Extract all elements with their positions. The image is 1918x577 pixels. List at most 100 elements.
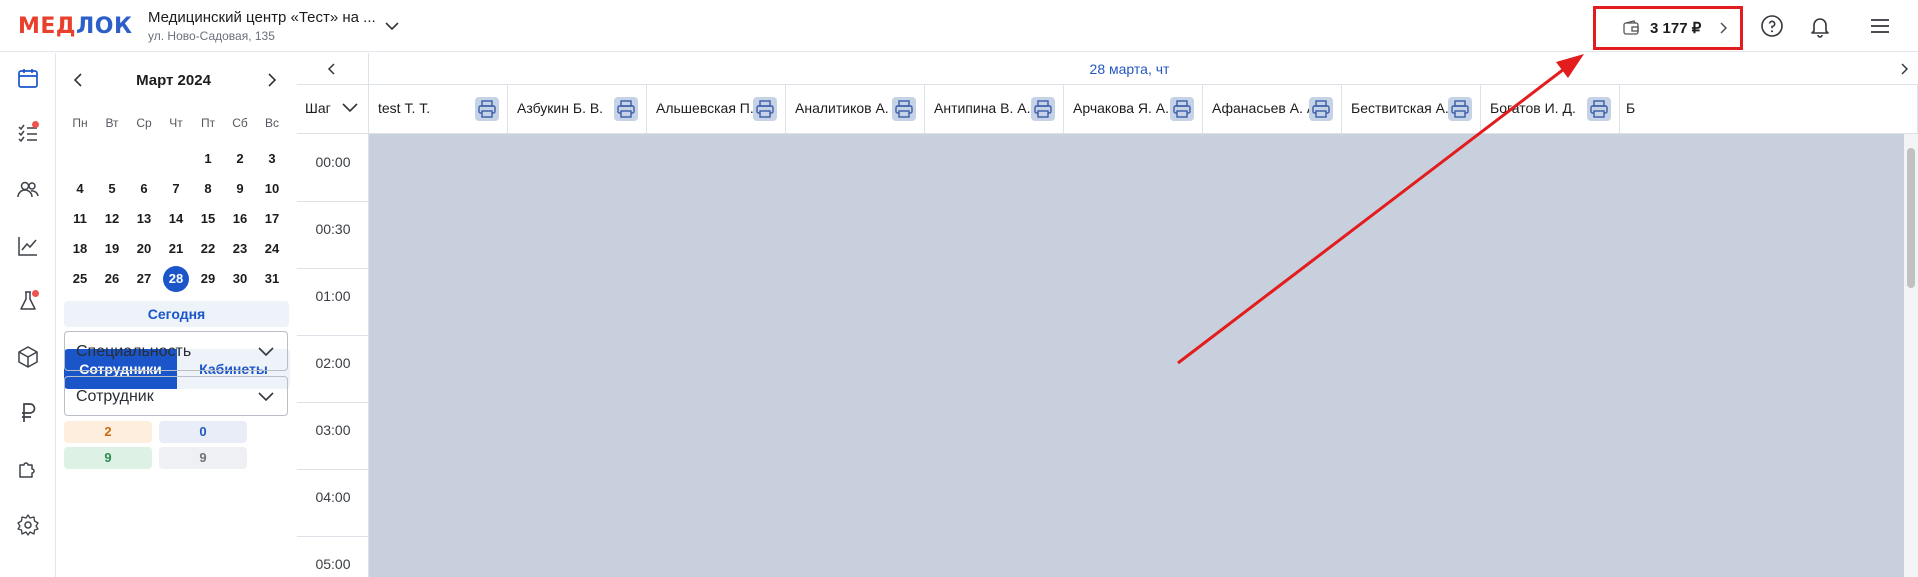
chevron-right-icon (1901, 63, 1909, 75)
calendar-day[interactable]: 25 (64, 264, 96, 294)
chevron-right-icon[interactable] (264, 72, 278, 88)
printer-icon[interactable] (1170, 97, 1194, 121)
calendar-day[interactable]: 7 (160, 174, 192, 204)
printer-icon[interactable] (892, 97, 916, 121)
calendar-day[interactable]: 2 (224, 144, 256, 174)
calendar-day[interactable]: 5 (96, 174, 128, 204)
weekday-label: Ср (136, 116, 152, 130)
calendar-day[interactable]: 21 (160, 234, 192, 264)
calendar-day-number: 10 (264, 181, 280, 196)
calendar-day[interactable]: 14 (160, 204, 192, 234)
employee-column-header[interactable]: Антипина В. А. (925, 85, 1064, 134)
employee-column-header[interactable]: Арчакова Я. А. (1064, 85, 1203, 134)
calendar-day-empty (160, 144, 192, 174)
time-divider (297, 268, 369, 269)
calendar-day[interactable]: 4 (64, 174, 96, 204)
employee-column-header[interactable]: Аналитиков А. А. (786, 85, 925, 134)
calendar-day[interactable]: 22 (192, 234, 224, 264)
calendar-day[interactable]: 10 (256, 174, 288, 204)
printer-icon[interactable] (475, 97, 499, 121)
settings-gear-icon[interactable] (16, 513, 40, 537)
chevron-right-icon (1720, 22, 1728, 34)
employee-column-header[interactable]: Афанасьев А. А. (1203, 85, 1342, 134)
chevron-left-icon (327, 63, 335, 75)
patients-icon[interactable] (16, 177, 40, 201)
current-date-label: 28 марта, чт (1089, 61, 1170, 77)
schedule-slots-area[interactable] (369, 134, 1918, 577)
calendar-day[interactable]: 16 (224, 204, 256, 234)
calendar-day[interactable]: 6 (128, 174, 160, 204)
calendar-day-number: 28 (163, 266, 189, 292)
calendar-day[interactable]: 28 (160, 264, 192, 294)
status-counter-badge[interactable]: 2 (64, 421, 152, 443)
calendar-day[interactable]: 23 (224, 234, 256, 264)
calendar-icon[interactable] (16, 66, 40, 90)
calendar-day[interactable]: 9 (224, 174, 256, 204)
chevron-down-icon[interactable] (384, 18, 400, 34)
calendar-day[interactable]: 13 (128, 204, 160, 234)
printer-icon[interactable] (1309, 97, 1333, 121)
calendar-day[interactable]: 8 (192, 174, 224, 204)
status-counter-badge[interactable]: 9 (64, 447, 152, 469)
calendar-day[interactable]: 18 (64, 234, 96, 264)
calendar-day[interactable]: 15 (192, 204, 224, 234)
balance-button[interactable]: 3 177 ₽ (1593, 6, 1743, 50)
step-selector[interactable]: Шаг (297, 85, 369, 134)
calendar-day-number: 17 (264, 211, 280, 226)
calendar-day[interactable]: 17 (256, 204, 288, 234)
calendar-day-number: 1 (204, 151, 212, 166)
printer-icon[interactable] (1587, 97, 1611, 121)
calendar-day[interactable]: 11 (64, 204, 96, 234)
calendar-day[interactable]: 1 (192, 144, 224, 174)
specialty-select[interactable]: Специальность (64, 331, 288, 371)
calendar-day[interactable]: 31 (256, 264, 288, 294)
chevron-down-icon (258, 392, 274, 402)
calendar-day[interactable]: 19 (96, 234, 128, 264)
printer-icon[interactable] (614, 97, 638, 121)
calendar-day[interactable]: 20 (128, 234, 160, 264)
lab-notification-dot (32, 290, 39, 297)
next-day-button[interactable] (1890, 53, 1918, 85)
printer-icon[interactable] (1031, 97, 1055, 121)
time-slot-label: 04:00 (315, 489, 351, 505)
calendar-day-number: 23 (232, 241, 248, 256)
ruble-icon[interactable] (16, 401, 40, 425)
employee-select[interactable]: Сотрудник (64, 376, 288, 416)
calendar-day[interactable]: 27 (128, 264, 160, 294)
employee-column-header[interactable]: Богатов И. Д. (1481, 85, 1620, 134)
calendar-day-number: 22 (200, 241, 216, 256)
employee-column-header[interactable]: Азбукин Б. В. (508, 85, 647, 134)
calendar-day-number: 9 (236, 181, 244, 196)
calendar-day[interactable]: 12 (96, 204, 128, 234)
status-counter-badge[interactable]: 0 (159, 421, 247, 443)
employee-column-header[interactable]: Бествитская А. ... (1342, 85, 1481, 134)
printer-icon[interactable] (753, 97, 777, 121)
employee-name: Афанасьев А. А. (1212, 100, 1321, 116)
printer-icon[interactable] (1448, 97, 1472, 121)
puzzle-icon[interactable] (16, 457, 40, 481)
status-counter-badge[interactable]: 9 (159, 447, 247, 469)
calendar-day-number: 26 (104, 271, 120, 286)
calendar-day[interactable]: 29 (192, 264, 224, 294)
employee-column-header[interactable]: test Т. Т. (369, 85, 508, 134)
chevron-down-icon (342, 103, 358, 113)
warehouse-box-icon[interactable] (16, 345, 40, 369)
calendar-day-number: 25 (72, 271, 88, 286)
logo[interactable]: МЕДЛОК (18, 14, 132, 39)
calendar-day[interactable]: 30 (224, 264, 256, 294)
employee-column-header[interactable]: Б (1620, 85, 1918, 134)
calendar-day-number: 8 (204, 181, 212, 196)
previous-day-button[interactable] (297, 53, 369, 85)
calendar-day[interactable]: 26 (96, 264, 128, 294)
clinic-selector[interactable]: Медицинский центр «Тест» на ... ул. Ново… (148, 9, 376, 43)
calendar-day[interactable]: 24 (256, 234, 288, 264)
employee-column-header[interactable]: Альшевская П. ... (647, 85, 786, 134)
bell-icon[interactable] (1808, 14, 1832, 38)
calendar-day[interactable]: 3 (256, 144, 288, 174)
calendar-day-number: 12 (104, 211, 120, 226)
scrollbar-thumb[interactable] (1907, 148, 1915, 288)
analytics-icon[interactable] (16, 234, 40, 258)
today-button[interactable]: Сегодня (64, 301, 289, 327)
menu-icon[interactable] (1868, 14, 1892, 38)
help-icon[interactable] (1760, 14, 1784, 38)
